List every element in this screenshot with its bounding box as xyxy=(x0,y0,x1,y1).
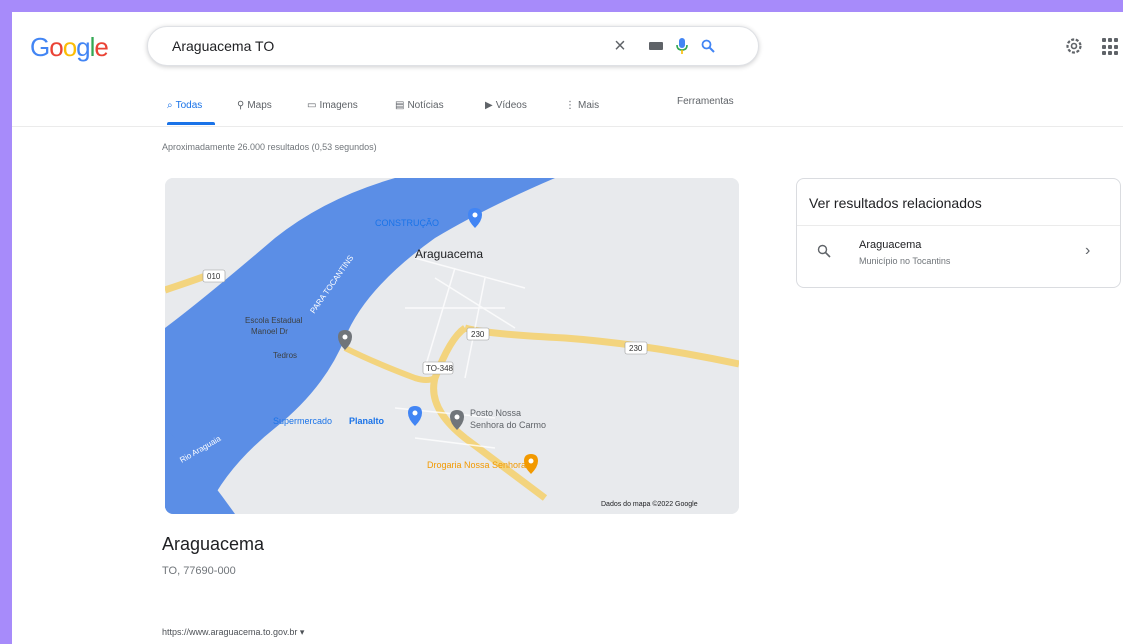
close-icon[interactable]: × xyxy=(610,36,630,56)
apps-icon[interactable] xyxy=(1102,38,1120,56)
more-icon: ⋮ xyxy=(565,99,575,111)
chevron-down-icon[interactable]: ▾ xyxy=(300,627,305,637)
logo-letter: o xyxy=(62,32,78,62)
search-input[interactable]: Araguacema TO xyxy=(172,38,274,54)
road-badge-4: 230 xyxy=(629,344,643,353)
logo-letter: G xyxy=(30,32,50,62)
tab-videos[interactable]: ▶ Vídeos xyxy=(485,96,527,114)
google-results-page: Google Araguacema TO × ⌕ Todas ⚲ Maps ▭ … xyxy=(12,12,1123,644)
map-label-construction: CONSTRUÇÃO xyxy=(375,218,439,228)
keyboard-icon[interactable] xyxy=(646,36,666,56)
map-label-gas-2: Senhora do Carmo xyxy=(470,420,546,430)
search-icon[interactable] xyxy=(698,36,718,56)
map-label-school-2: Manoel Dr xyxy=(251,327,288,336)
result-url[interactable]: https://www.araguacema.to.gov.br ▾ xyxy=(162,627,304,638)
search-icon xyxy=(817,244,833,260)
tab-imagens[interactable]: ▭ Imagens xyxy=(307,96,358,114)
purple-frame: Google Araguacema TO × ⌕ Todas ⚲ Maps ▭ … xyxy=(0,0,1123,644)
active-tab-indicator xyxy=(167,122,215,125)
chevron-right-icon: › xyxy=(1085,242,1091,259)
tab-noticias[interactable]: ▤ Notícias xyxy=(395,96,444,114)
place-title[interactable]: Araguacema xyxy=(162,534,264,555)
map-preview[interactable]: 010 230 TO-348 230 Araguacema CONSTRUÇÃO… xyxy=(165,178,739,514)
related-results-card: Ver resultados relacionados Araguacema M… xyxy=(796,178,1121,288)
place-address: TO, 77690-000 xyxy=(162,565,236,577)
map-label-town: Araguacema xyxy=(415,247,483,261)
tab-maps[interactable]: ⚲ Maps xyxy=(237,96,272,114)
map-label-school-3: Tedros xyxy=(273,351,297,360)
tabs-divider xyxy=(12,126,1123,127)
map-label-gas: Posto Nossa xyxy=(470,408,521,418)
related-item[interactable]: Araguacema Município no Tocantins › xyxy=(797,226,1120,284)
map-label-pharmacy: Drogaria Nossa Senhora xyxy=(427,460,526,470)
related-item-subtitle: Município no Tocantins xyxy=(859,256,951,266)
logo-letter: o xyxy=(49,32,64,62)
tools-button[interactable]: Ferramentas xyxy=(677,96,734,107)
map-label-supermarket-bold: Planalto xyxy=(349,416,385,426)
road-badge-1: 010 xyxy=(207,272,221,281)
video-icon: ▶ xyxy=(485,99,493,111)
road-badge-3: TO-348 xyxy=(426,364,454,373)
news-icon: ▤ xyxy=(395,99,405,111)
search-box[interactable]: Araguacema TO × xyxy=(147,26,759,66)
logo-letter: e xyxy=(94,32,109,62)
map-pin-icon: ⚲ xyxy=(237,99,245,111)
mic-icon[interactable] xyxy=(672,36,692,56)
image-icon: ▭ xyxy=(307,99,317,111)
map-copyright: Dados do mapa ©2022 Google xyxy=(601,500,698,508)
logo-letter: g xyxy=(76,32,91,62)
related-heading: Ver resultados relacionados xyxy=(809,195,982,211)
gear-icon[interactable] xyxy=(1065,37,1083,55)
google-logo[interactable]: Google xyxy=(30,32,109,63)
road-badge-2: 230 xyxy=(471,330,485,339)
related-item-title: Araguacema xyxy=(859,239,922,251)
map-canvas: 010 230 TO-348 230 Araguacema CONSTRUÇÃO… xyxy=(165,178,739,514)
map-label-supermarket: Supermercado xyxy=(273,416,332,426)
result-stats: Aproximadamente 26.000 resultados (0,53 … xyxy=(162,142,377,152)
map-label-school: Escola Estadual xyxy=(245,316,303,325)
tab-todas[interactable]: ⌕ Todas xyxy=(167,96,202,114)
tab-mais[interactable]: ⋮ Mais xyxy=(565,96,599,114)
search-icon: ⌕ xyxy=(167,99,173,111)
